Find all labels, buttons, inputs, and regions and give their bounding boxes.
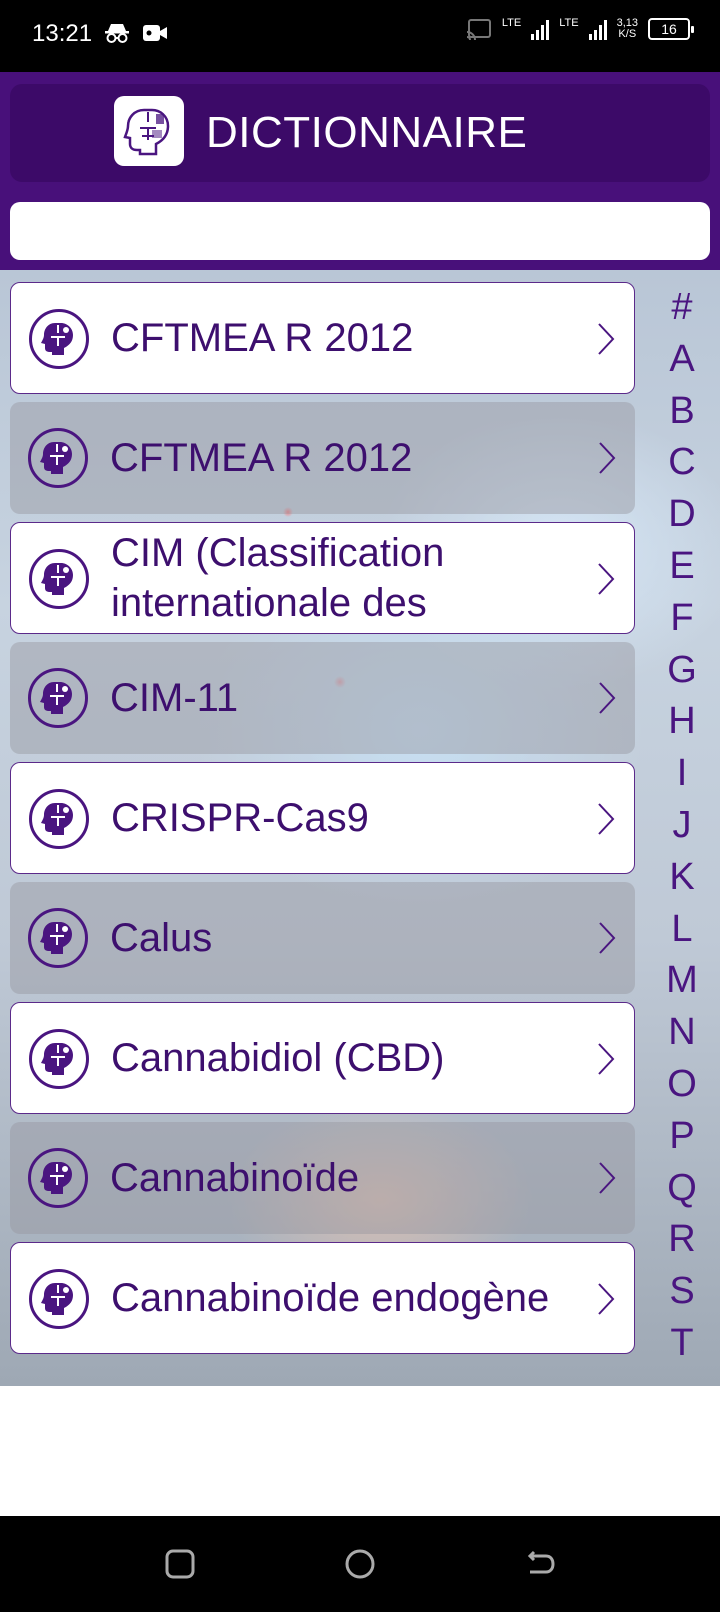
page-title: DICTIONNAIRE (206, 108, 528, 157)
alpha-index-letter[interactable]: M (644, 955, 720, 1007)
list-item[interactable]: Cannabidiol (CBD) (10, 1002, 635, 1114)
status-bar: 13:21 LTE LTE 3,13 K/S 16 (0, 0, 720, 72)
alpha-index-letter[interactable]: H (644, 696, 720, 748)
status-time: 13:21 (32, 20, 93, 47)
chevron-right-icon (598, 563, 615, 595)
puzzle-head-icon (29, 1269, 89, 1329)
alpha-index-letter[interactable]: K (644, 852, 720, 904)
alpha-index-letter[interactable]: P (644, 1111, 720, 1163)
alpha-index-letter[interactable]: D (644, 489, 720, 541)
battery-level: 16 (661, 21, 677, 37)
app-header: DICTIONNAIRE (0, 72, 720, 270)
entry-label: Cannabinoïde (110, 1156, 360, 1200)
chevron-right-icon (599, 922, 616, 954)
dictionary-list[interactable]: CFTMEA R 2012 CFTMEA R 2012 CIM (Classif… (0, 270, 720, 1386)
title-bar: DICTIONNAIRE (10, 84, 710, 182)
signal-icon-1 (531, 18, 550, 40)
circle-home-icon (345, 1549, 375, 1579)
list-item[interactable]: CFTMEA R 2012 (10, 402, 635, 514)
alpha-index-letter[interactable]: R (644, 1214, 720, 1266)
alpha-index-letter[interactable]: O (644, 1059, 720, 1111)
entry-label: CFTMEA R 2012 (110, 436, 413, 480)
battery-icon: 16 (648, 18, 694, 40)
alpha-index-letter[interactable]: F (644, 593, 720, 645)
search-input[interactable] (10, 202, 710, 260)
app-screen: DICTIONNAIRE CFTMEA R 2012 CFTMEA R 2012… (0, 72, 720, 1416)
square-recents-icon (165, 1549, 195, 1579)
list-item[interactable]: Cannabinoïde endogène (10, 1242, 635, 1354)
list-item[interactable]: CFTMEA R 2012 (10, 282, 635, 394)
list-item[interactable]: Calus (10, 882, 635, 994)
chevron-right-icon (599, 442, 616, 474)
alpha-index-letter[interactable]: B (644, 386, 720, 438)
entry-label: Cannabidiol (CBD) (111, 1036, 445, 1080)
network-speed: 3,13 K/S (617, 18, 638, 40)
recents-button[interactable] (162, 1546, 198, 1582)
chevron-right-icon (598, 803, 615, 835)
alpha-index-letter[interactable]: I (644, 748, 720, 800)
alpha-index-letter[interactable]: Q (644, 1163, 720, 1215)
list-item[interactable]: CIM (Classification internationale des (10, 522, 635, 634)
system-nav-bar (0, 1516, 720, 1612)
network-type-1: LTE (501, 17, 522, 29)
entry-label: CIM (Classification internationale des (111, 531, 445, 625)
alpha-index-letter[interactable]: A (644, 334, 720, 386)
puzzle-head-icon (29, 549, 89, 609)
puzzle-head-icon (28, 908, 88, 968)
puzzle-head-icon (29, 309, 89, 369)
alpha-index-letter[interactable]: J (644, 800, 720, 852)
chevron-right-icon (598, 1043, 615, 1075)
puzzle-head-icon (123, 108, 170, 156)
puzzle-head-icon (28, 428, 88, 488)
alphabet-index[interactable]: # A B C D E F G H I J K L M N O P Q R S … (644, 282, 720, 1370)
alpha-index-letter[interactable]: # (644, 282, 720, 334)
chevron-right-icon (599, 682, 616, 714)
puzzle-head-icon (29, 789, 89, 849)
entry-label: Calus (110, 916, 213, 960)
alpha-index-letter[interactable]: G (644, 645, 720, 697)
puzzle-head-icon (28, 1148, 88, 1208)
list-item[interactable]: CRISPR-Cas9 (10, 762, 635, 874)
entry-label: CRISPR-Cas9 (111, 796, 369, 840)
video-camera-icon (143, 25, 167, 41)
puzzle-head-icon (28, 668, 88, 728)
alpha-index-letter[interactable]: N (644, 1007, 720, 1059)
entry-label: Cannabinoïde endogène (111, 1276, 550, 1320)
home-button[interactable] (342, 1546, 378, 1582)
signal-icon-2 (588, 18, 607, 40)
network-type-2: LTE (559, 17, 579, 29)
entry-label: CFTMEA R 2012 (111, 316, 414, 360)
blank-area (0, 1416, 720, 1516)
status-right: LTE LTE 3,13 K/S 16 (466, 17, 694, 40)
back-button[interactable] (522, 1546, 558, 1582)
alpha-index-letter[interactable]: C (644, 437, 720, 489)
incognito-icon (105, 24, 129, 43)
status-left-icons (104, 22, 168, 44)
list-item[interactable]: Cannabinoïde (10, 1122, 635, 1234)
speed-unit: K/S (618, 28, 637, 40)
entry-label: CIM-11 (110, 676, 239, 720)
alpha-index-letter[interactable]: E (644, 541, 720, 593)
list-footer-strip (0, 1386, 720, 1416)
list-item[interactable]: CIM-11 (10, 642, 635, 754)
chevron-right-icon (599, 1162, 616, 1194)
cast-icon (466, 19, 491, 40)
puzzle-head-icon (29, 1029, 89, 1089)
chevron-right-icon (598, 323, 615, 355)
alpha-index-letter[interactable]: L (644, 904, 720, 956)
chevron-right-icon (598, 1283, 615, 1315)
alpha-index-letter[interactable]: S (644, 1266, 720, 1318)
back-arrow-icon (527, 1550, 555, 1574)
app-logo (114, 96, 184, 166)
alpha-index-letter[interactable]: T (644, 1318, 720, 1370)
